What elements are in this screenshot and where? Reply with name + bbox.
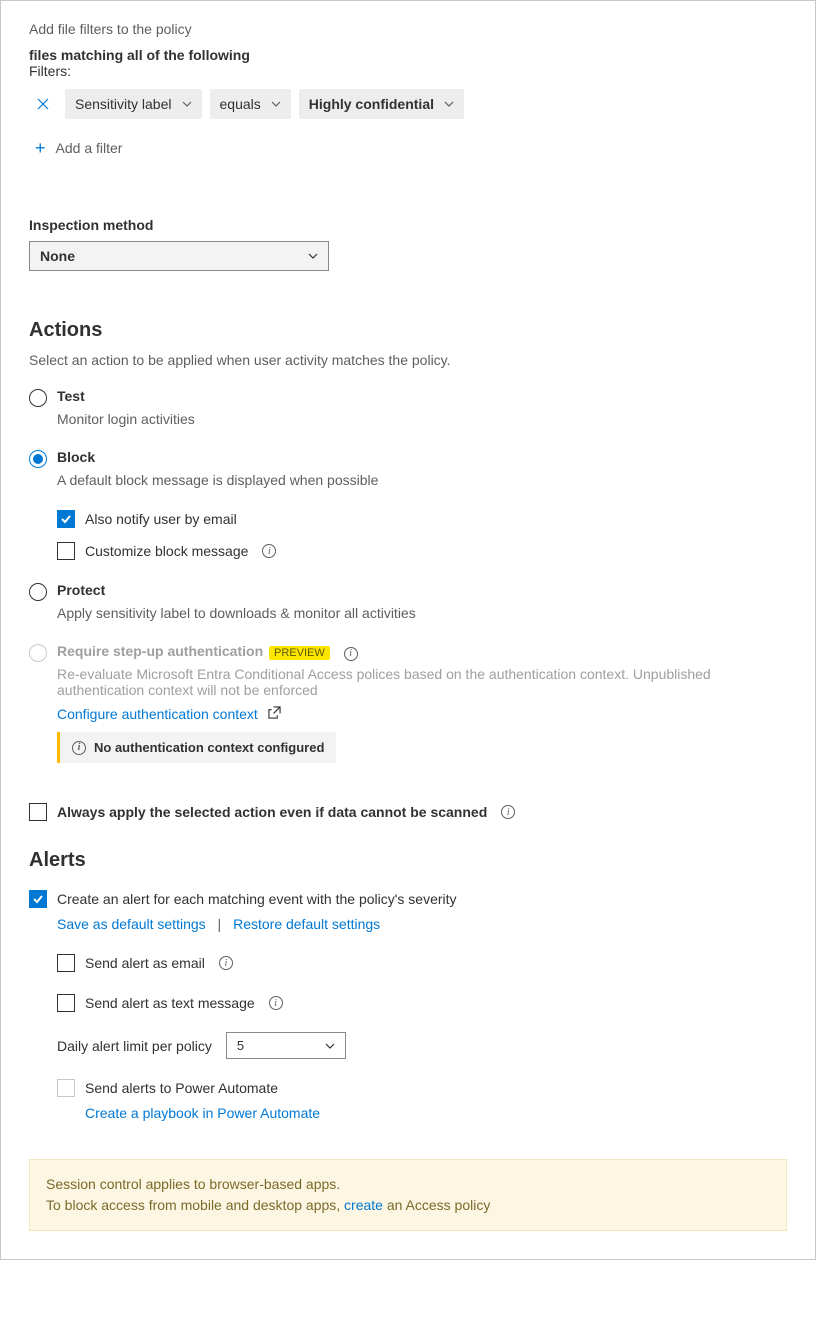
radio-protect-desc: Apply sensitivity label to downloads & m… (57, 605, 787, 621)
restore-default-link[interactable]: Restore default settings (233, 916, 380, 932)
save-default-link[interactable]: Save as default settings (57, 916, 206, 932)
radio-block-label: Block (57, 449, 95, 465)
send-text-label: Send alert as text message (85, 995, 255, 1011)
daily-limit-value: 5 (237, 1038, 244, 1053)
filter-field-value: Sensitivity label (75, 96, 172, 112)
no-auth-context-text: No authentication context configured (94, 740, 324, 755)
radio-test-label: Test (57, 388, 85, 404)
daily-limit-dropdown[interactable]: 5 (226, 1032, 346, 1059)
info-icon[interactable]: i (269, 996, 283, 1010)
chevron-down-icon (308, 251, 318, 261)
checkbox-send-email[interactable] (57, 954, 75, 972)
filter-operator-value: equals (220, 96, 261, 112)
checkbox-create-alert[interactable] (29, 890, 47, 908)
radio-protect[interactable] (29, 583, 47, 601)
inspection-method-dropdown[interactable]: None (29, 241, 329, 271)
customize-message-label: Customize block message (85, 543, 248, 559)
session-control-note: Session control applies to browser-based… (29, 1159, 787, 1231)
daily-limit-label: Daily alert limit per policy (57, 1038, 212, 1054)
always-apply-label: Always apply the selected action even if… (57, 804, 487, 820)
filter-field-dropdown[interactable]: Sensitivity label (65, 89, 202, 119)
filter-operator-dropdown[interactable]: equals (210, 89, 291, 119)
info-icon[interactable]: i (262, 544, 276, 558)
configure-auth-context-link[interactable]: Configure authentication context (57, 706, 258, 722)
footer-line2a: To block access from mobile and desktop … (46, 1197, 344, 1213)
actions-helper: Select an action to be applied when user… (29, 352, 787, 368)
radio-block-desc: A default block message is displayed whe… (57, 472, 787, 488)
add-filter-label: Add a filter (56, 140, 123, 156)
add-filter-button[interactable]: + Add a filter (35, 135, 787, 161)
remove-filter-button[interactable] (29, 90, 57, 118)
add-file-filters-label: Add file filters to the policy (29, 21, 787, 37)
power-automate-label: Send alerts to Power Automate (85, 1080, 278, 1096)
checkbox-notify-email[interactable] (57, 510, 75, 528)
radio-stepup-label: Require step-up authentication (57, 643, 263, 659)
radio-test[interactable] (29, 389, 47, 407)
checkbox-send-text[interactable] (57, 994, 75, 1012)
radio-block[interactable] (29, 450, 47, 468)
footer-line2b: an Access policy (383, 1197, 490, 1213)
info-icon[interactable]: i (501, 805, 515, 819)
send-email-label: Send alert as email (85, 955, 205, 971)
info-icon[interactable]: i (219, 956, 233, 970)
create-access-policy-link[interactable]: create (344, 1197, 383, 1213)
checkbox-power-automate (57, 1079, 75, 1097)
inspection-method-value: None (40, 248, 75, 264)
check-icon (60, 513, 72, 525)
checkbox-customize-message[interactable] (57, 542, 75, 560)
radio-test-desc: Monitor login activities (57, 411, 787, 427)
filter-value-text: Highly confidential (309, 96, 434, 112)
actions-heading: Actions (29, 319, 787, 342)
filters-label: Filters: (29, 63, 71, 79)
separator: | (210, 916, 230, 932)
preview-badge: PREVIEW (269, 646, 330, 660)
filter-value-dropdown[interactable]: Highly confidential (299, 89, 464, 119)
create-alert-label: Create an alert for each matching event … (57, 891, 457, 907)
footer-line1: Session control applies to browser-based… (46, 1174, 770, 1195)
inspection-method-label: Inspection method (29, 217, 787, 233)
chevron-down-icon (271, 99, 281, 109)
create-playbook-link[interactable]: Create a playbook in Power Automate (85, 1105, 320, 1121)
check-icon (32, 893, 44, 905)
info-icon: i (72, 741, 86, 755)
info-icon[interactable]: i (344, 647, 358, 661)
plus-icon: + (35, 139, 46, 157)
external-link-icon (268, 706, 281, 719)
radio-stepup-desc: Re-evaluate Microsoft Entra Conditional … (57, 666, 787, 698)
radio-stepup (29, 644, 47, 662)
checkbox-always-apply[interactable] (29, 803, 47, 821)
close-icon (37, 98, 49, 110)
alerts-heading: Alerts (29, 849, 787, 872)
files-matching-label: files matching all of the following (29, 47, 250, 63)
no-auth-context-warning: i No authentication context configured (57, 732, 336, 763)
chevron-down-icon (182, 99, 192, 109)
chevron-down-icon (444, 99, 454, 109)
chevron-down-icon (325, 1041, 335, 1051)
radio-protect-label: Protect (57, 582, 105, 598)
notify-email-label: Also notify user by email (85, 511, 237, 527)
